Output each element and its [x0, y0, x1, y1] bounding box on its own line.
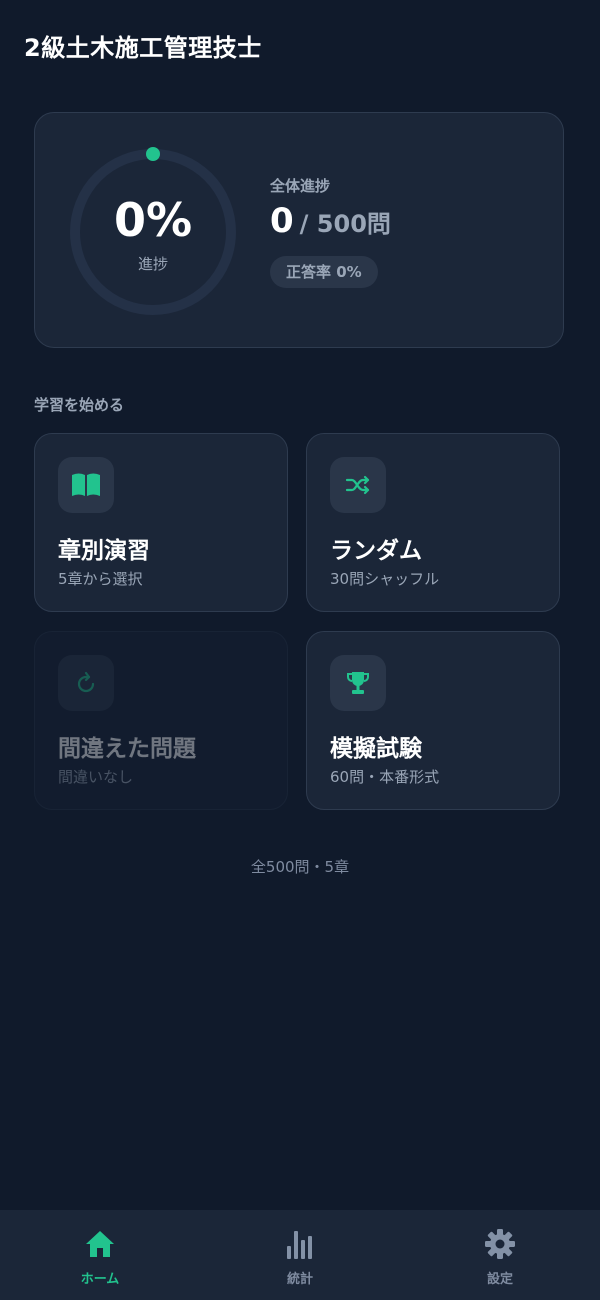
total-questions: / 500問 — [299, 210, 391, 238]
mode-subtitle: 30問シャッフル — [330, 570, 440, 588]
mock-exam-card[interactable]: 模擬試験 60問・本番形式 — [306, 631, 560, 810]
nav-home[interactable]: ホーム — [0, 1210, 200, 1300]
footer-note: 全500問・5章 — [250, 858, 350, 876]
overall-progress-count: 0/ 500問 — [270, 201, 391, 241]
app-title: 2級土木施工管理技士 — [24, 34, 262, 62]
mode-subtitle: 60問・本番形式 — [330, 768, 440, 786]
trophy-icon — [330, 655, 386, 711]
mode-title: 模擬試験 — [330, 736, 422, 762]
mode-subtitle: 5章から選択 — [58, 570, 143, 588]
answered-count: 0 — [270, 201, 294, 241]
overall-progress-label: 全体進捗 — [270, 177, 331, 195]
nav-label: ホーム — [80, 1272, 120, 1287]
book-icon — [58, 457, 114, 513]
nav-settings[interactable]: 設定 — [400, 1210, 600, 1300]
bottom-nav: ホーム 統計 設定 — [0, 1210, 600, 1300]
mode-title: 間違えた問題 — [58, 736, 196, 762]
home-icon — [0, 1228, 200, 1262]
chapter-practice-card[interactable]: 章別演習 5章から選択 — [34, 433, 288, 612]
nav-label: 設定 — [486, 1272, 513, 1287]
shuffle-icon — [330, 457, 386, 513]
nav-label: 統計 — [286, 1272, 313, 1287]
gear-icon — [400, 1228, 600, 1262]
wrong-answers-card: 間違えた問題 間違いなし — [34, 631, 288, 810]
nav-stats[interactable]: 統計 — [200, 1210, 400, 1300]
mode-title: ランダム — [330, 538, 422, 564]
accuracy-badge: 正答率 0% — [270, 256, 378, 288]
progress-ring-indicator — [146, 147, 160, 161]
bar-chart-icon — [200, 1228, 400, 1262]
progress-percent: 0% — [113, 193, 193, 247]
mode-title: 章別演習 — [58, 538, 150, 564]
progress-ring-label: 進捗 — [137, 255, 168, 273]
refresh-icon — [58, 655, 114, 711]
random-card[interactable]: ランダム 30問シャッフル — [306, 433, 560, 612]
mode-subtitle: 間違いなし — [58, 768, 134, 786]
progress-ring: 0% 進捗 — [68, 147, 238, 317]
section-heading: 学習を始める — [34, 396, 125, 414]
progress-card: 0% 進捗 全体進捗 0/ 500問 正答率 0% — [34, 112, 564, 348]
